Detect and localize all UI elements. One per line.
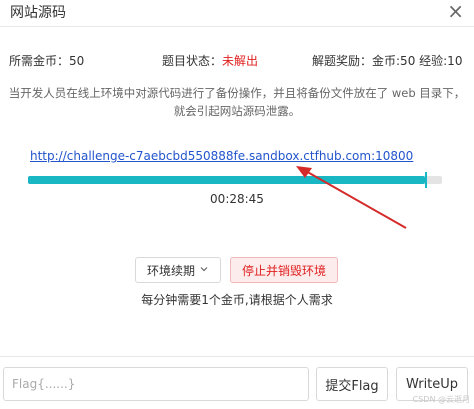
footer-divider <box>0 356 474 357</box>
close-icon[interactable]: × <box>447 0 464 22</box>
challenge-status: 题目状态：未解出 <box>162 52 258 69</box>
renew-environment-button[interactable]: 环境续期 <box>135 257 221 283</box>
time-progress-fill <box>28 176 426 184</box>
remaining-time: 00:28:45 <box>210 192 264 206</box>
status-label: 题目状态： <box>162 54 223 68</box>
dialog-title: 网站源码 <box>10 5 66 21</box>
description-line-1: 当开发人员在线上环境中对源代码进行了备份操作，并且将备份文件放在了 web 目录… <box>8 86 466 100</box>
solve-reward: 解题奖励：金币:50 经验:10 <box>312 52 462 69</box>
reward-value: 金币:50 经验:10 <box>372 54 463 68</box>
environment-url-link[interactable]: http://challenge-c7aebcbd550888fe.sandbo… <box>30 149 413 163</box>
reward-label: 解题奖励： <box>312 54 373 68</box>
renew-label: 环境续期 <box>146 263 195 278</box>
progress-knob <box>425 172 428 188</box>
submit-flag-button[interactable]: 提交Flag <box>316 367 388 401</box>
description-line-2: 就会引起网站源码泄露。 <box>173 104 301 118</box>
chevron-down-icon <box>199 263 209 277</box>
time-progress-bar <box>28 176 442 184</box>
stop-environment-button[interactable]: 停止并销毁环境 <box>230 257 338 283</box>
watermark-text: CSDN @云逝月 <box>412 395 470 404</box>
dialog-header: 网站源码 × <box>0 0 474 27</box>
flag-input[interactable] <box>3 367 309 401</box>
coin-cost-hint: 每分钟需要1个金币,请根据个人需求 <box>141 293 333 307</box>
coins-value: 50 <box>69 54 85 68</box>
coins-required: 所需金币：50 <box>9 52 84 69</box>
coins-label: 所需金币： <box>9 54 70 68</box>
status-badge: 未解出 <box>222 54 259 68</box>
